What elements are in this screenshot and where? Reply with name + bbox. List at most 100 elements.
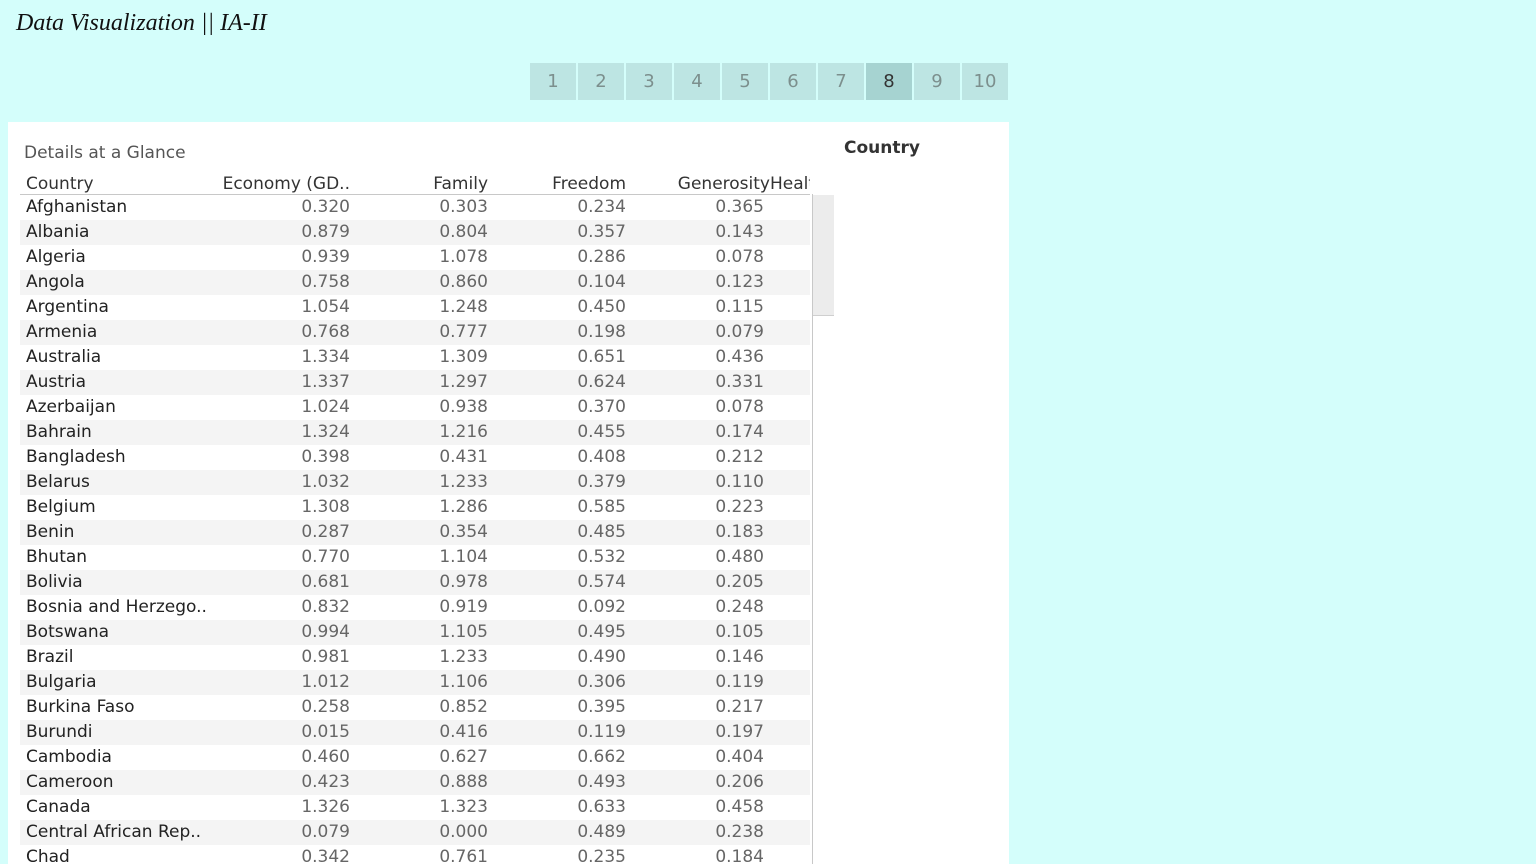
cell-generosity: 0.184 [715,847,764,864]
header-health[interactable]: Healt [770,174,810,194]
table-row[interactable]: Afghanistan 0.320 0.303 0.234 0.365 [20,195,810,220]
country-filter-title: Country [844,138,920,158]
table-scrollbar[interactable] [812,194,835,864]
cell-generosity: 0.146 [715,647,764,667]
table-row[interactable]: Bahrain 1.324 1.216 0.455 0.174 [20,420,810,445]
cell-family: 0.627 [439,747,488,767]
header-family[interactable]: Family [433,174,488,194]
cell-country: Bulgaria [26,672,97,692]
cell-freedom: 0.092 [577,597,626,617]
tab-4[interactable]: 4 [674,63,720,100]
table-row[interactable]: Cameroon 0.423 0.888 0.493 0.206 [20,770,810,795]
cell-freedom: 0.633 [577,797,626,817]
table-row[interactable]: Bulgaria 1.012 1.106 0.306 0.119 [20,670,810,695]
cell-family: 1.309 [439,347,488,367]
cell-country: Argentina [26,297,109,317]
table-row[interactable]: Bangladesh 0.398 0.431 0.408 0.212 [20,445,810,470]
cell-family: 0.416 [439,722,488,742]
header-country[interactable]: Country [26,174,94,194]
tab-7[interactable]: 7 [818,63,864,100]
cell-generosity: 0.079 [715,322,764,342]
cell-generosity: 0.143 [715,222,764,242]
cell-family: 1.078 [439,247,488,267]
cell-economy: 0.460 [301,747,350,767]
cell-country: Azerbaijan [26,397,116,417]
table-row[interactable]: Chad 0.342 0.761 0.235 0.184 [20,845,810,864]
table-row[interactable]: Burundi 0.015 0.416 0.119 0.197 [20,720,810,745]
cell-family: 1.297 [439,372,488,392]
table-row[interactable]: Albania 0.879 0.804 0.357 0.143 [20,220,810,245]
cell-freedom: 0.370 [577,397,626,417]
table-row[interactable]: Brazil 0.981 1.233 0.490 0.146 [20,645,810,670]
cell-freedom: 0.489 [577,822,626,842]
table-row[interactable]: Cambodia 0.460 0.627 0.662 0.404 [20,745,810,770]
table-row[interactable]: Belgium 1.308 1.286 0.585 0.223 [20,495,810,520]
header-freedom[interactable]: Freedom [552,174,626,194]
cell-family: 0.919 [439,597,488,617]
header-economy[interactable]: Economy (GD.. [223,174,350,194]
table-row[interactable]: Belarus 1.032 1.233 0.379 0.110 [20,470,810,495]
cell-family: 1.286 [439,497,488,517]
cell-country: Botswana [26,622,110,642]
tab-1[interactable]: 1 [530,63,576,100]
cell-freedom: 0.455 [577,422,626,442]
cell-economy: 0.832 [301,597,350,617]
scrollbar-thumb[interactable] [813,195,834,316]
cell-country: Cameroon [26,772,114,792]
table-row[interactable]: Bolivia 0.681 0.978 0.574 0.205 [20,570,810,595]
table-row[interactable]: Canada 1.326 1.323 0.633 0.458 [20,795,810,820]
cell-economy: 0.398 [301,447,350,467]
cell-economy: 0.981 [301,647,350,667]
table-row[interactable]: Bhutan 0.770 1.104 0.532 0.480 [20,545,810,570]
cell-country: Bosnia and Herzego.. [26,597,207,617]
cell-economy: 0.879 [301,222,350,242]
tab-8[interactable]: 8 [866,63,912,100]
cell-family: 0.354 [439,522,488,542]
cell-economy: 1.012 [301,672,350,692]
tab-3[interactable]: 3 [626,63,672,100]
cell-family: 1.233 [439,472,488,492]
tab-6[interactable]: 6 [770,63,816,100]
cell-family: 0.888 [439,772,488,792]
table-row[interactable]: Burkina Faso 0.258 0.852 0.395 0.217 [20,695,810,720]
cell-country: Belgium [26,497,96,517]
cell-country: Chad [26,847,70,864]
cell-family: 0.761 [439,847,488,864]
cell-family: 0.000 [439,822,488,842]
table-row[interactable]: Australia 1.334 1.309 0.651 0.436 [20,345,810,370]
sheet-tabs: 1 2 3 4 5 6 7 8 9 10 [530,63,1008,100]
cell-country: Angola [26,272,85,292]
cell-economy: 0.015 [301,722,350,742]
cell-generosity: 0.331 [715,372,764,392]
tab-5[interactable]: 5 [722,63,768,100]
cell-freedom: 0.104 [577,272,626,292]
table-row[interactable]: Benin 0.287 0.354 0.485 0.183 [20,520,810,545]
cell-country: Bolivia [26,572,83,592]
table-row[interactable]: Armenia 0.768 0.777 0.198 0.079 [20,320,810,345]
cell-family: 0.852 [439,697,488,717]
tab-9[interactable]: 9 [914,63,960,100]
header-generosity[interactable]: Generosity [678,174,770,194]
table-row[interactable]: Argentina 1.054 1.248 0.450 0.115 [20,295,810,320]
cell-family: 0.860 [439,272,488,292]
cell-country: Burundi [26,722,93,742]
cell-generosity: 0.105 [715,622,764,642]
cell-country: Afghanistan [26,197,128,217]
table-row[interactable]: Algeria 0.939 1.078 0.286 0.078 [20,245,810,270]
table-row[interactable]: Botswana 0.994 1.105 0.495 0.105 [20,620,810,645]
cell-country: Austria [26,372,87,392]
table-row[interactable]: Austria 1.337 1.297 0.624 0.331 [20,370,810,395]
sheet-title: Details at a Glance [24,143,186,163]
cell-freedom: 0.198 [577,322,626,342]
cell-generosity: 0.205 [715,572,764,592]
cell-generosity: 0.078 [715,247,764,267]
table-row[interactable]: Central African Rep.. 0.079 0.000 0.489 0.23… [20,820,810,845]
table-row[interactable]: Angola 0.758 0.860 0.104 0.123 [20,270,810,295]
table-row[interactable]: Bosnia and Herzego.. 0.832 0.919 0.092 0.248 [20,595,810,620]
cell-freedom: 0.357 [577,222,626,242]
cell-freedom: 0.235 [577,847,626,864]
tab-10[interactable]: 10 [962,63,1008,100]
tab-2[interactable]: 2 [578,63,624,100]
cell-economy: 0.681 [301,572,350,592]
table-row[interactable]: Azerbaijan 1.024 0.938 0.370 0.078 [20,395,810,420]
